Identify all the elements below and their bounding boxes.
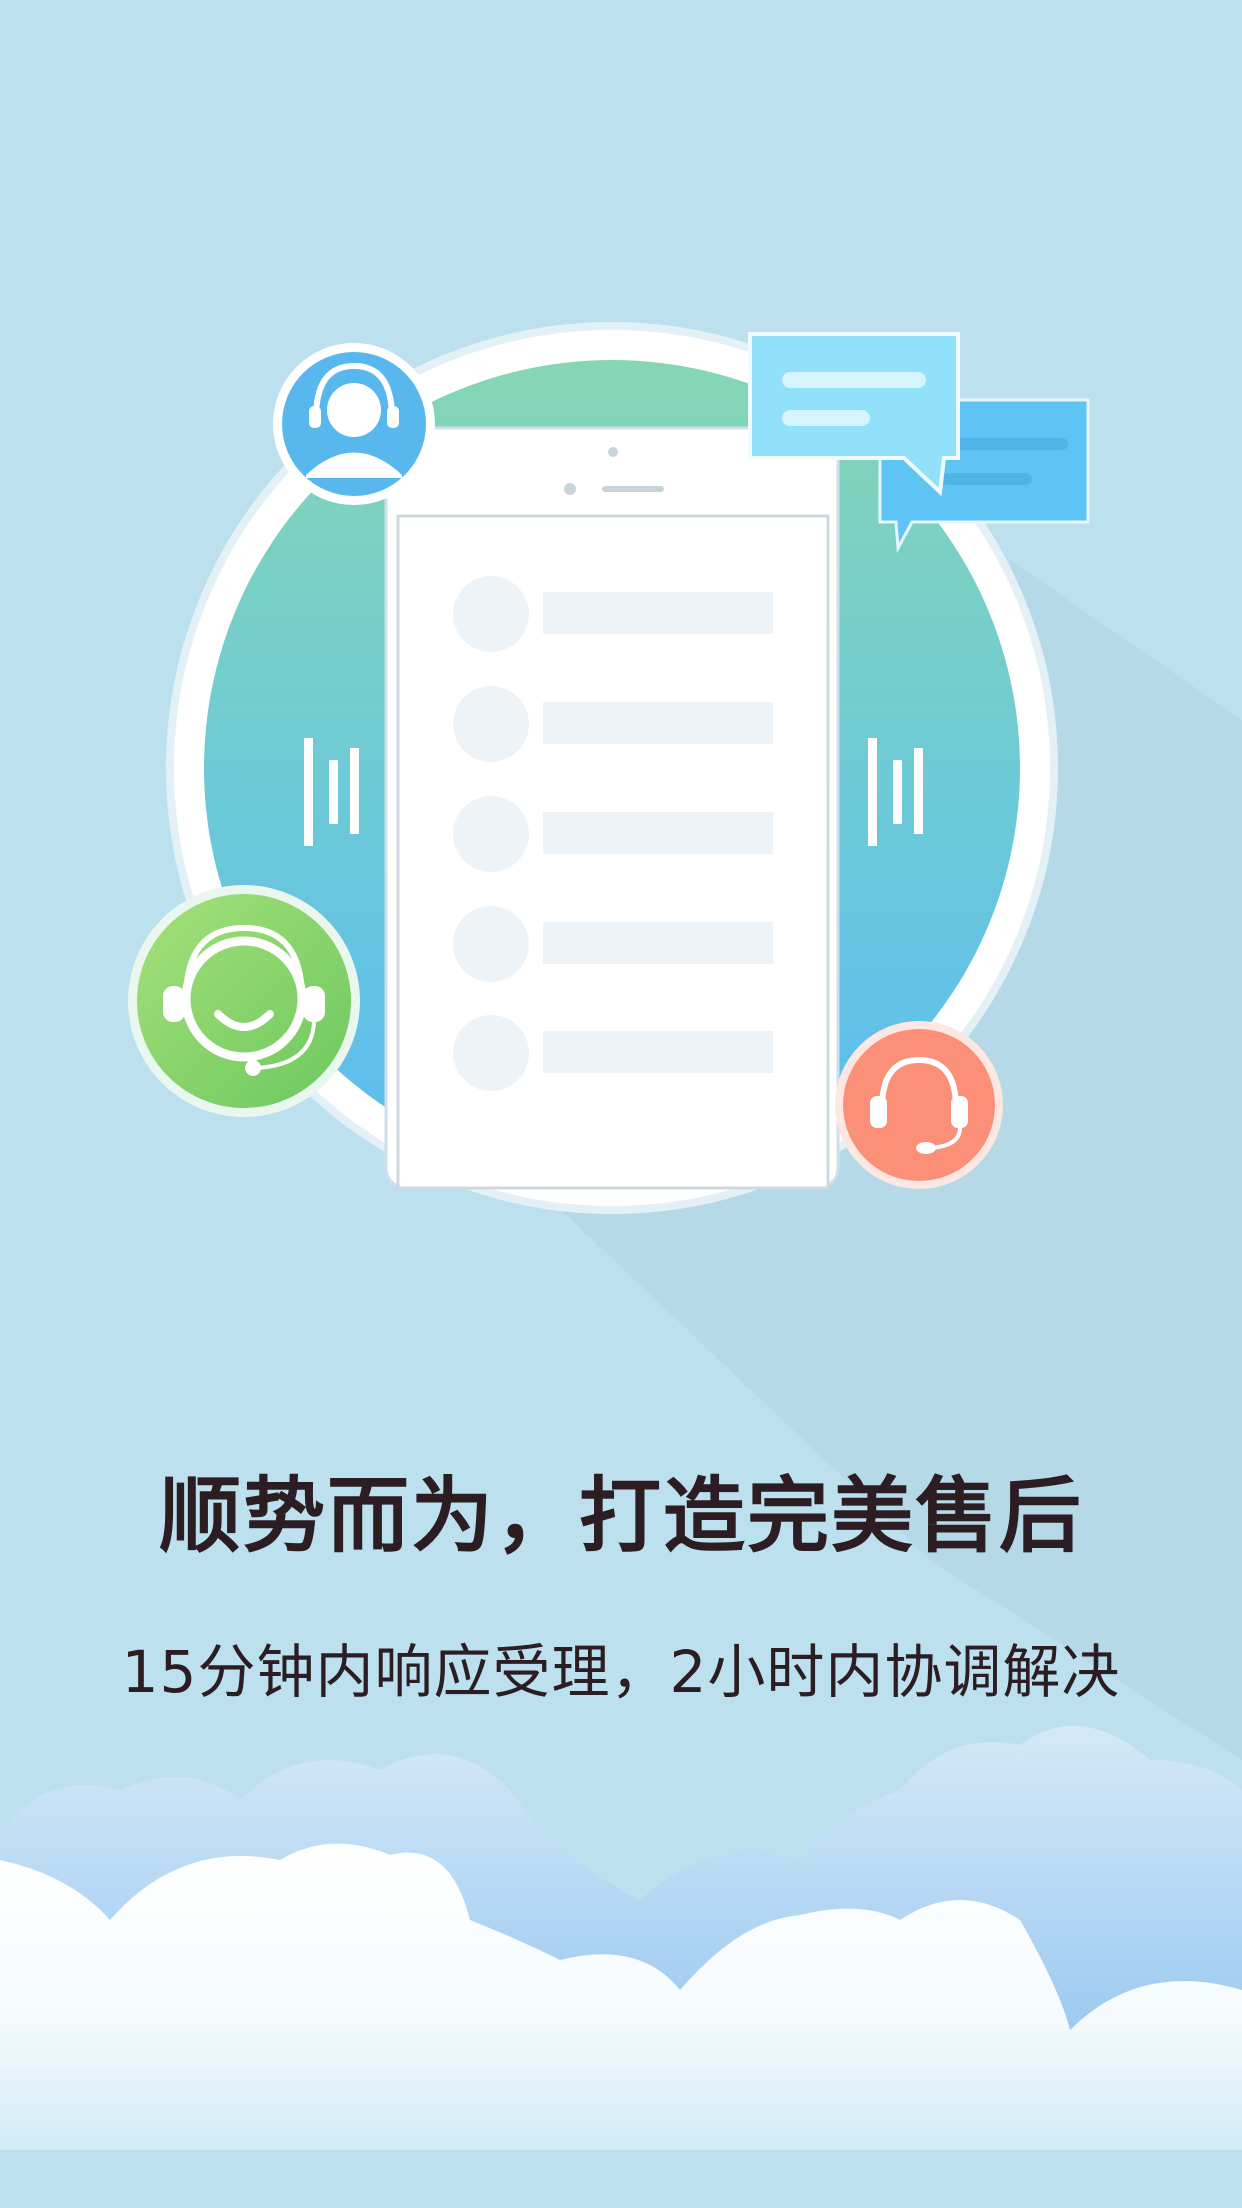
headline: 顺势而为，打造完美售后 bbox=[158, 1469, 1083, 1564]
splash-screen: 顺势而为，打造完美售后 15分钟内响应受理，2小时内协调解决 bbox=[0, 0, 1242, 2208]
clouds-decoration bbox=[0, 1725, 1242, 2208]
subheadline: 15分钟内响应受理，2小时内协调解决 bbox=[121, 1638, 1121, 1706]
customer-service-illustration bbox=[0, 322, 1242, 2208]
user-headset-icon bbox=[273, 343, 435, 505]
smiling-support-icon bbox=[128, 885, 360, 1117]
headphones-icon bbox=[835, 1021, 1003, 1189]
phone-mockup bbox=[384, 426, 840, 1190]
